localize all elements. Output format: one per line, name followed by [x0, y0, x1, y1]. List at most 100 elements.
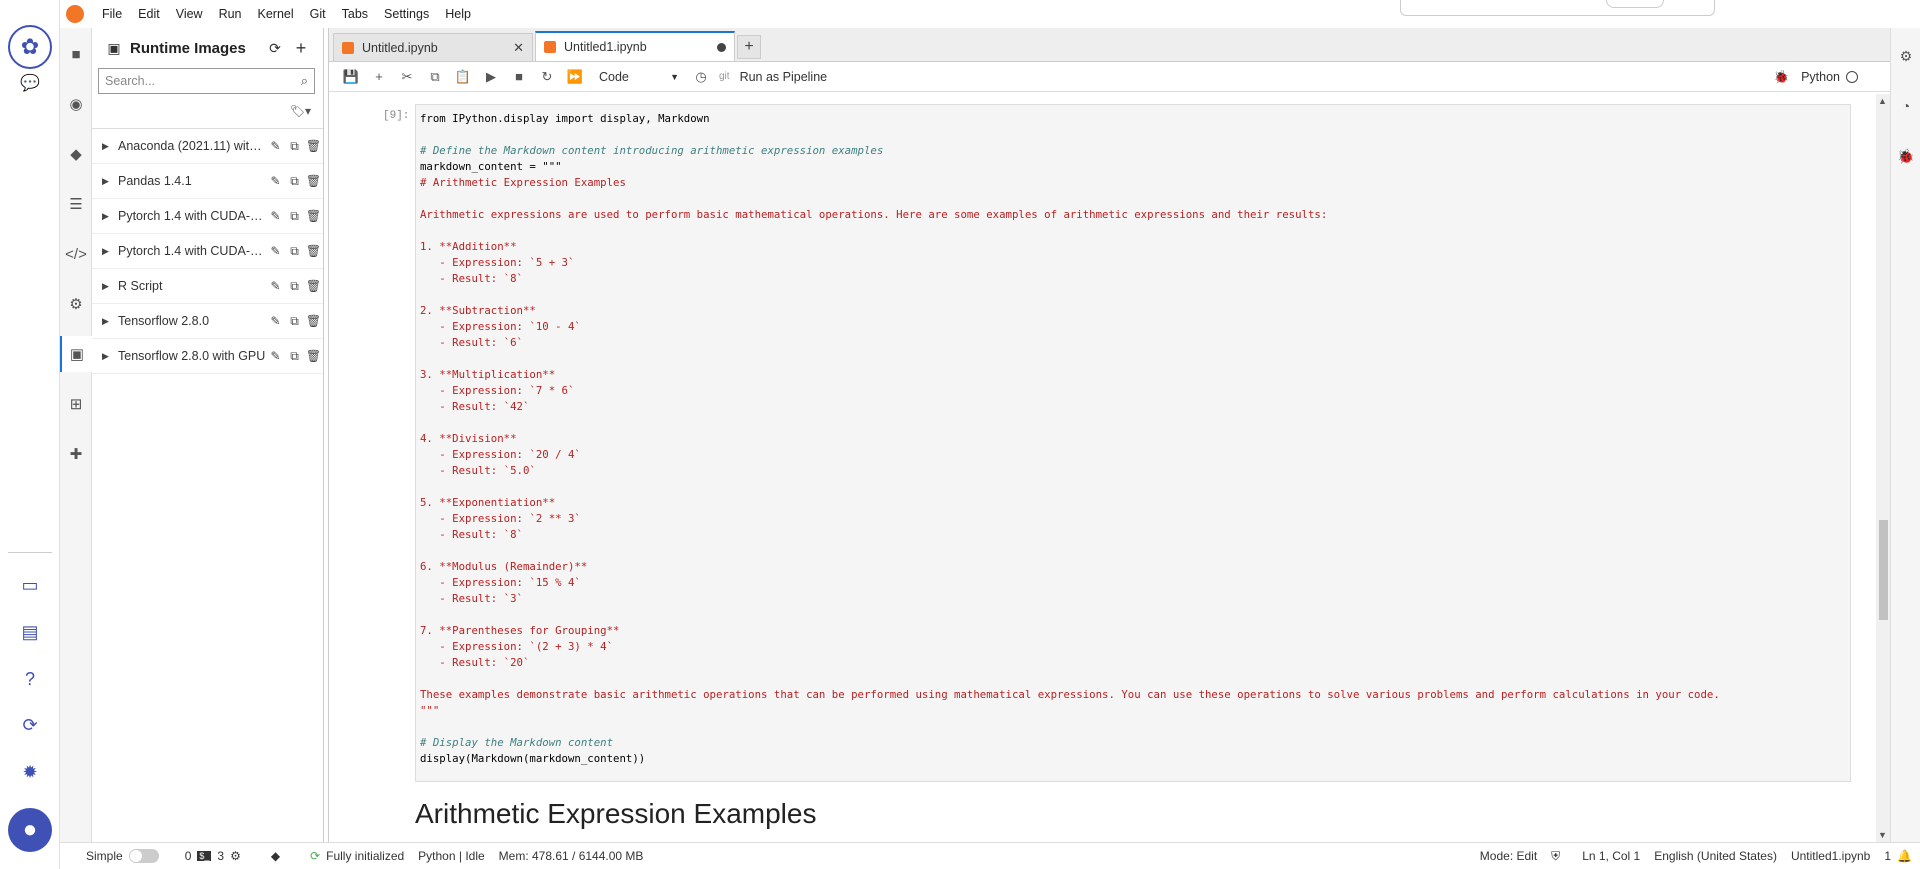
- chevron-right-icon[interactable]: ▶: [102, 316, 114, 327]
- delete-icon[interactable]: 🗑: [304, 314, 323, 328]
- table-of-contents-icon[interactable]: ☰: [60, 186, 92, 222]
- list-item[interactable]: ▶ Tensorflow 2.8.0 with GPU ✎ ⧉ 🗑: [92, 339, 323, 374]
- cursor-position[interactable]: Ln 1, Col 1: [1582, 849, 1640, 863]
- menu-settings[interactable]: Settings: [376, 7, 437, 21]
- list-item[interactable]: ▶ Tensorflow 2.8.0 ✎ ⧉ 🗑: [92, 304, 323, 339]
- list-item[interactable]: ▶ R Script ✎ ⧉ 🗑: [92, 269, 323, 304]
- duplicate-icon[interactable]: ⧉: [285, 209, 304, 224]
- list-item[interactable]: ▶ Pytorch 1.4 with CUDA-ru... ✎ ⧉ 🗑: [92, 234, 323, 269]
- edit-icon[interactable]: ✎: [266, 279, 285, 293]
- delete-icon[interactable]: 🗑: [304, 139, 323, 153]
- chevron-right-icon[interactable]: ▶: [102, 246, 114, 257]
- run-all-icon[interactable]: ⏩: [561, 65, 589, 89]
- app-logo-icon[interactable]: ✿: [8, 25, 52, 69]
- refresh-icon[interactable]: ⟳: [265, 38, 285, 58]
- chat-icon[interactable]: 💬: [15, 68, 45, 98]
- debugger-icon[interactable]: 🐞: [1774, 70, 1790, 85]
- insert-cell-icon[interactable]: +: [365, 65, 393, 89]
- close-icon[interactable]: ✕: [513, 40, 524, 56]
- scroll-thumb[interactable]: [1879, 520, 1888, 620]
- unsaved-dot-icon[interactable]: [717, 42, 726, 52]
- file-browser-icon[interactable]: ■: [60, 36, 92, 72]
- delete-icon[interactable]: 🗑: [304, 349, 323, 363]
- tag-icon[interactable]: 🏷▾: [290, 104, 311, 118]
- tab-untitled1[interactable]: Untitled1.ipynb: [535, 31, 735, 61]
- paste-icon[interactable]: 📋: [449, 65, 477, 89]
- delete-icon[interactable]: 🗑: [304, 174, 323, 188]
- edit-icon[interactable]: ✎: [266, 139, 285, 153]
- restart-icon[interactable]: ↻: [533, 65, 561, 89]
- terminals-count[interactable]: 0 $_: [185, 849, 212, 863]
- duplicate-icon[interactable]: ⧉: [285, 139, 304, 154]
- simple-mode-toggle[interactable]: Simple: [86, 849, 159, 863]
- kernels-count[interactable]: 3 ⚙: [217, 849, 240, 863]
- new-tab-button[interactable]: +: [737, 35, 761, 59]
- edit-icon[interactable]: ✎: [266, 209, 285, 223]
- property-inspector-icon[interactable]: ⚙: [1896, 46, 1916, 66]
- duplicate-icon[interactable]: ⧉: [285, 314, 304, 329]
- kernel-name[interactable]: Python: [1801, 70, 1840, 84]
- list-item[interactable]: ▶ Anaconda (2021.11) with... ✎ ⧉ 🗑: [92, 129, 323, 164]
- code-snippets-icon[interactable]: </>: [60, 236, 92, 272]
- document-icon[interactable]: ▤: [15, 617, 45, 647]
- list-item[interactable]: ▶ Pytorch 1.4 with CUDA-d... ✎ ⧉ 🗑: [92, 199, 323, 234]
- tab-untitled[interactable]: Untitled.ipynb ✕: [333, 33, 533, 61]
- tag-filter[interactable]: 🏷▾: [92, 94, 323, 128]
- delete-icon[interactable]: 🗑: [304, 209, 323, 223]
- cut-icon[interactable]: ✂: [393, 65, 421, 89]
- code-cell-editor[interactable]: from IPython.display import display, Mar…: [415, 104, 1851, 782]
- sync-icon[interactable]: ⟳: [15, 710, 45, 740]
- chevron-right-icon[interactable]: ▶: [102, 211, 114, 222]
- edit-icon[interactable]: ✎: [266, 314, 285, 328]
- notebook-scrollbar[interactable]: ▲ ▼: [1876, 94, 1890, 842]
- duplicate-icon[interactable]: ⧉: [285, 279, 304, 294]
- scroll-up-icon[interactable]: ▲: [1878, 96, 1887, 106]
- edit-icon[interactable]: ✎: [266, 174, 285, 188]
- running-kernels-icon[interactable]: ◉: [60, 86, 92, 122]
- git-label[interactable]: git: [719, 71, 730, 82]
- chevron-right-icon[interactable]: ▶: [102, 141, 114, 152]
- bell-icon[interactable]: 🔔: [1897, 849, 1912, 863]
- resource-usage-icon[interactable]: ◔: [1896, 96, 1916, 116]
- edit-icon[interactable]: ✎: [266, 244, 285, 258]
- duplicate-icon[interactable]: ⧉: [285, 349, 304, 364]
- popup-button[interactable]: [1606, 0, 1664, 8]
- stop-icon[interactable]: ■: [505, 65, 533, 89]
- chevron-right-icon[interactable]: ▶: [102, 351, 114, 362]
- menu-tabs[interactable]: Tabs: [334, 7, 376, 21]
- run-as-pipeline-button[interactable]: Run as Pipeline: [740, 70, 828, 84]
- theme-icon[interactable]: ✹: [15, 757, 45, 787]
- clock-icon[interactable]: ◷: [687, 65, 715, 89]
- kernel-status[interactable]: Python | Idle: [418, 849, 485, 863]
- delete-icon[interactable]: 🗑: [304, 244, 323, 258]
- menu-file[interactable]: File: [94, 7, 130, 21]
- lsp-status[interactable]: ⟳ Fully initialized: [310, 849, 404, 863]
- save-icon[interactable]: 💾: [337, 65, 365, 89]
- git-status-icon[interactable]: ◆: [271, 849, 280, 863]
- search-icon[interactable]: ⌕: [301, 73, 308, 89]
- user-avatar-icon[interactable]: ●: [8, 808, 52, 852]
- runtimes-icon[interactable]: ⚙: [60, 286, 92, 322]
- language[interactable]: English (United States): [1654, 849, 1777, 863]
- git-icon[interactable]: ◆: [60, 136, 92, 172]
- runtime-images-icon[interactable]: ▣: [60, 336, 92, 372]
- component-catalogs-icon[interactable]: ⊞: [60, 386, 92, 422]
- inbox-icon[interactable]: ▭: [15, 570, 45, 600]
- debugger-panel-icon[interactable]: 🐞: [1896, 146, 1916, 166]
- menu-help[interactable]: Help: [437, 7, 479, 21]
- extensions-icon[interactable]: ✚: [60, 436, 92, 472]
- search-input[interactable]: [105, 74, 301, 88]
- menu-run[interactable]: Run: [211, 7, 250, 21]
- trusted-icon[interactable]: ⛨: [1551, 849, 1560, 864]
- help-icon[interactable]: ?: [15, 664, 45, 694]
- menu-view[interactable]: View: [168, 7, 211, 21]
- menu-git[interactable]: Git: [302, 7, 334, 21]
- menu-kernel[interactable]: Kernel: [250, 7, 302, 21]
- notebook-body[interactable]: [9]: from IPython.display import display…: [329, 94, 1877, 842]
- duplicate-icon[interactable]: ⧉: [285, 174, 304, 189]
- list-item[interactable]: ▶ Pandas 1.4.1 ✎ ⧉ 🗑: [92, 164, 323, 199]
- chevron-right-icon[interactable]: ▶: [102, 281, 114, 292]
- notification-count[interactable]: 1: [1884, 849, 1891, 863]
- run-icon[interactable]: ▶: [477, 65, 505, 89]
- scroll-down-icon[interactable]: ▼: [1878, 830, 1887, 840]
